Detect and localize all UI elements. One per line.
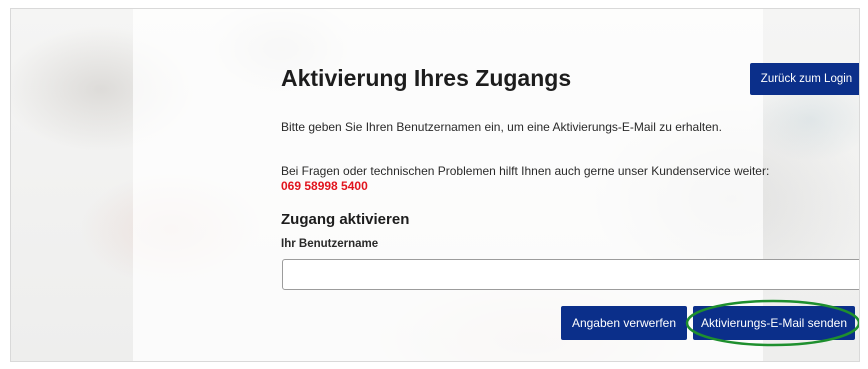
username-input[interactable]: [282, 259, 859, 290]
intro-text: Bitte geben Sie Ihren Benutzernamen ein,…: [281, 120, 722, 134]
back-to-login-button[interactable]: Zurück zum Login: [750, 63, 859, 95]
content-panel: Aktivierung Ihres Zugangs Zurück zum Log…: [133, 9, 859, 361]
section-title: Zugang aktivieren: [281, 211, 410, 228]
customer-service-phone: 069 58998 5400: [281, 179, 368, 193]
username-label: Ihr Benutzername: [281, 238, 379, 250]
help-text: Bei Fragen oder technischen Problemen hi…: [281, 164, 770, 178]
page-title: Aktivierung Ihres Zugangs: [281, 65, 572, 91]
screenshot-frame: Aktivierung Ihres Zugangs Zurück zum Log…: [10, 8, 860, 362]
send-activation-email-button[interactable]: Aktivierungs-E-Mail senden: [693, 306, 855, 340]
discard-button[interactable]: Angaben verwerfen: [561, 306, 687, 340]
